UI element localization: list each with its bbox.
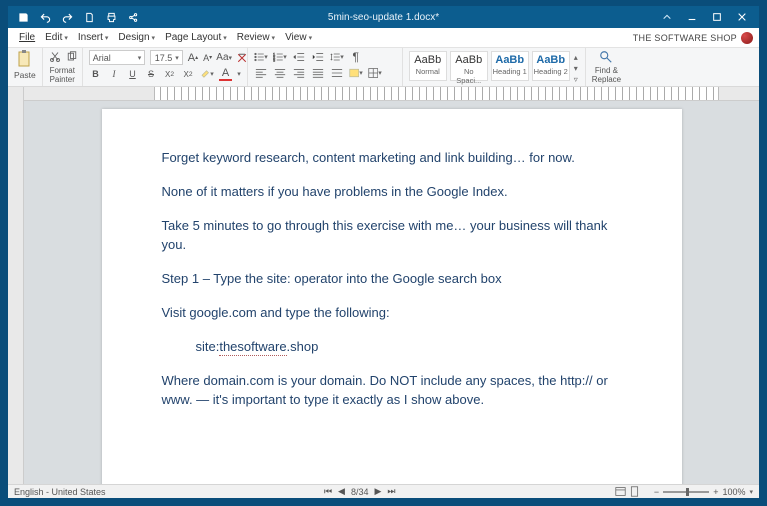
menu-design[interactable]: Design▾	[113, 32, 160, 43]
share-icon[interactable]	[126, 10, 140, 24]
paragraph-group: ▾ 123▾ ▾ ¶ ▾ ▾	[248, 48, 403, 86]
quick-access-toolbar	[8, 10, 140, 24]
title-bar: 5min-seo-update 1.docx*	[8, 6, 759, 28]
print-icon[interactable]	[104, 10, 118, 24]
style-no-spacing[interactable]: AaBbNo Spaci...	[450, 51, 488, 81]
superscript-button[interactable]: X2	[163, 67, 177, 81]
last-page-icon[interactable]: ⏭	[387, 486, 395, 497]
align-right-icon[interactable]	[292, 66, 306, 80]
svg-text:3: 3	[273, 58, 275, 62]
collapse-ribbon-icon[interactable]	[660, 10, 674, 24]
menu-page-layout[interactable]: Page Layout▾	[160, 32, 232, 43]
language-status[interactable]: English - United States	[14, 487, 106, 497]
underline-button[interactable]: U	[126, 67, 140, 81]
prev-page-icon[interactable]: ◀	[338, 486, 345, 497]
find-group: Find & Replace	[586, 48, 627, 86]
font-group: Arial▾ 17.5▾ A▴ A▾ Aa▾ B I U S X2 X2 ▾ A…	[83, 48, 248, 86]
clear-format-icon[interactable]	[236, 51, 248, 65]
brand-label: THE SOFTWARE SHOP	[633, 32, 753, 44]
save-icon[interactable]	[16, 10, 30, 24]
maximize-icon[interactable]	[710, 10, 724, 24]
change-case-icon[interactable]: Aa▾	[217, 51, 231, 65]
view-web-icon[interactable]	[614, 485, 628, 499]
window-controls	[660, 10, 759, 24]
indent-icon[interactable]	[311, 50, 325, 64]
clipboard-group: Paste	[8, 48, 43, 86]
brand-logo-icon	[741, 32, 753, 44]
format-painter-label[interactable]: Format Painter	[49, 66, 76, 84]
menu-view[interactable]: View▾	[280, 32, 317, 43]
find-replace-label: Find & Replace	[592, 66, 621, 84]
redo-icon[interactable]	[60, 10, 74, 24]
paragraph: Take 5 minutes to go through this exerci…	[162, 217, 622, 253]
paragraph: Step 1 – Type the site: operator into th…	[162, 270, 622, 288]
page-indicator: 8/34	[351, 487, 369, 497]
menu-bar: File Edit▾ Insert▾ Design▾ Page Layout▾ …	[8, 28, 759, 48]
status-bar: English - United States ⏮ ◀ 8/34 ▶ ⏭ − +…	[8, 484, 759, 498]
show-marks-icon[interactable]: ¶	[349, 50, 363, 64]
page-scroll[interactable]: Forget keyword research, content marketi…	[24, 101, 759, 484]
paragraph: Visit google.com and type the following:	[162, 304, 622, 322]
font-size-combo[interactable]: 17.5▾	[150, 50, 183, 65]
close-icon[interactable]	[735, 10, 749, 24]
next-page-icon[interactable]: ▶	[375, 486, 382, 497]
bullets-icon[interactable]: ▾	[254, 50, 268, 64]
paste-icon[interactable]	[17, 50, 33, 68]
horizontal-ruler	[24, 87, 759, 101]
zoom-level[interactable]: 100%	[722, 487, 745, 497]
shrink-font-icon[interactable]: A▾	[203, 51, 212, 65]
ribbon: Paste Format Painter Arial▾ 17.5▾ A▴ A▾ …	[8, 48, 759, 87]
paragraph: site:thesoftware.shop	[162, 338, 622, 356]
format-painter-group: Format Painter	[43, 48, 83, 86]
minimize-icon[interactable]	[685, 10, 699, 24]
find-replace-icon[interactable]	[599, 50, 613, 64]
new-doc-icon[interactable]	[82, 10, 96, 24]
highlight-icon[interactable]: ▾	[200, 67, 214, 81]
align-justify-icon[interactable]	[311, 66, 325, 80]
first-page-icon[interactable]: ⏮	[324, 486, 332, 497]
style-heading-1[interactable]: AaBbHeading 1	[491, 51, 529, 81]
copy-icon[interactable]	[66, 50, 78, 64]
font-color-icon[interactable]: A	[219, 67, 233, 81]
vertical-ruler	[8, 87, 24, 484]
align-center-icon[interactable]	[273, 66, 287, 80]
view-print-icon[interactable]	[628, 485, 642, 499]
zoom-in-icon[interactable]: +	[713, 487, 718, 497]
menu-review[interactable]: Review▾	[232, 32, 280, 43]
paragraph: Forget keyword research, content marketi…	[162, 149, 622, 167]
borders-icon[interactable]: ▾	[368, 66, 382, 80]
style-normal[interactable]: AaBbNormal	[409, 51, 447, 81]
cut-icon[interactable]	[49, 50, 61, 64]
font-name-combo[interactable]: Arial▾	[89, 50, 146, 65]
paragraph: Where domain.com is your domain. Do NOT …	[162, 372, 622, 408]
italic-button[interactable]: I	[107, 67, 121, 81]
align-left-icon[interactable]	[254, 66, 268, 80]
zoom-menu-icon[interactable]: ▾	[749, 488, 753, 496]
distributed-icon[interactable]	[330, 66, 344, 80]
paste-label: Paste	[14, 70, 36, 80]
styles-expand[interactable]: ▴▾▿	[573, 51, 579, 86]
subscript-button[interactable]: X2	[181, 67, 195, 81]
menu-insert[interactable]: Insert▾	[73, 32, 114, 43]
document-page[interactable]: Forget keyword research, content marketi…	[102, 109, 682, 484]
workspace: Forget keyword research, content marketi…	[8, 87, 759, 484]
numbering-icon[interactable]: 123▾	[273, 50, 287, 64]
strikethrough-button[interactable]: S	[144, 67, 158, 81]
grow-font-icon[interactable]: A▴	[188, 51, 198, 65]
menu-edit[interactable]: Edit▾	[40, 32, 73, 43]
styles-group: AaBbNormal AaBbNo Spaci... AaBbHeading 1…	[403, 48, 586, 86]
document-title: 5min-seo-update 1.docx*	[328, 12, 439, 23]
paragraph: None of it matters if you have problems …	[162, 183, 622, 201]
zoom-controls: − + 100% ▾	[654, 487, 753, 497]
zoom-out-icon[interactable]: −	[654, 487, 659, 497]
page-nav: ⏮ ◀ 8/34 ▶ ⏭	[324, 486, 396, 497]
undo-icon[interactable]	[38, 10, 52, 24]
shading-icon[interactable]: ▾	[349, 66, 363, 80]
line-spacing-icon[interactable]: ▾	[330, 50, 344, 64]
outdent-icon[interactable]	[292, 50, 306, 64]
zoom-slider[interactable]	[663, 491, 709, 493]
bold-button[interactable]: B	[89, 67, 103, 81]
style-heading-2[interactable]: AaBbHeading 2	[532, 51, 570, 81]
menu-file[interactable]: File	[14, 32, 40, 43]
